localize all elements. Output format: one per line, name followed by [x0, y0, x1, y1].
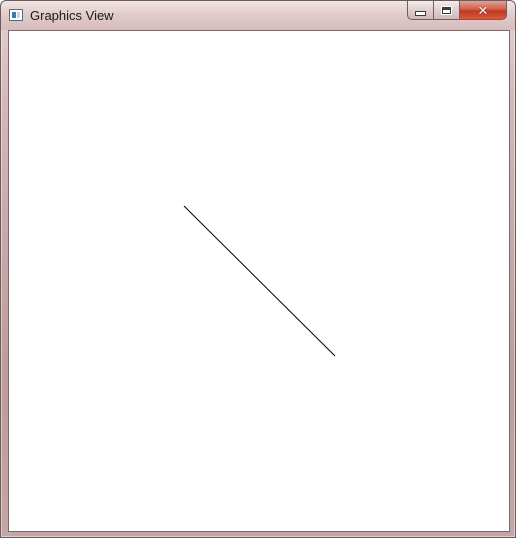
scene-line-item[interactable] — [183, 205, 336, 357]
graphics-view-area[interactable] — [8, 30, 510, 532]
graphics-scene-canvas[interactable] — [9, 31, 509, 531]
maximize-icon — [441, 5, 452, 15]
close-icon: ✕ — [477, 2, 489, 18]
window-controls: ✕ — [407, 1, 507, 21]
maximize-button[interactable] — [434, 1, 460, 20]
minimize-icon — [415, 10, 426, 16]
graphics-view-window: Graphics View ✕ — [0, 0, 516, 538]
minimize-button[interactable] — [407, 1, 434, 20]
app-window-icon[interactable] — [9, 9, 23, 21]
window-title: Graphics View — [30, 8, 114, 23]
close-button[interactable]: ✕ — [460, 1, 507, 20]
